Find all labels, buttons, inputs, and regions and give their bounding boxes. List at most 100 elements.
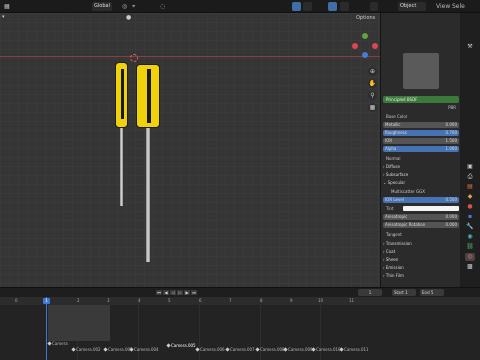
- object-tab-icon[interactable]: ▪: [465, 213, 475, 221]
- view-menu[interactable]: View: [436, 2, 450, 11]
- distribution-value[interactable]: PBR: [383, 104, 459, 111]
- object-mode-dropdown[interactable]: Object: [398, 2, 426, 11]
- timeline-marker[interactable]: Camera.003: [103, 347, 133, 353]
- anisotropic-rotation-field[interactable]: Anisotropic Rotation 0.000: [383, 222, 459, 228]
- tick-label: 4: [138, 298, 141, 303]
- viewport-grid: [0, 13, 380, 287]
- gizmo-y-icon[interactable]: [362, 33, 368, 39]
- tick-label: 5: [168, 298, 171, 303]
- tint-color-swatch[interactable]: [403, 206, 459, 211]
- alpha-field[interactable]: Alpha 1.000: [383, 146, 459, 152]
- tick-label: 3: [107, 298, 110, 303]
- section-emission[interactable]: › Emission: [383, 264, 459, 271]
- tick-label: 6: [199, 298, 202, 303]
- shading-solid-icon[interactable]: [328, 2, 337, 11]
- timeline-marker[interactable]: Camera.008: [255, 347, 285, 353]
- timeline-marker[interactable]: Camera.007: [225, 347, 255, 353]
- timeline-marker[interactable]: Camera.002: [71, 347, 101, 353]
- scene-tab-icon[interactable]: ◆: [465, 193, 475, 201]
- material-surface-field[interactable]: Principled BSDF: [383, 96, 459, 103]
- tool-tab-icon[interactable]: ⚒: [465, 43, 475, 51]
- jump-start-icon[interactable]: ⏮: [156, 290, 162, 295]
- tangent-label: Tangent: [386, 232, 402, 237]
- gizmo-z-icon[interactable]: [362, 52, 368, 58]
- timeline-marker[interactable]: Camera.005: [166, 343, 196, 349]
- base-color-label: Base Color: [386, 114, 408, 119]
- prev-keyframe-icon[interactable]: ◀: [163, 290, 169, 295]
- hand-icon[interactable]: ✋: [368, 79, 377, 88]
- timeline-marker[interactable]: Camera.011: [339, 347, 369, 353]
- world-tab-icon[interactable]: ●: [465, 203, 475, 211]
- section-transmission[interactable]: › Transmission: [383, 240, 459, 247]
- play-icon[interactable]: ▷: [177, 290, 183, 295]
- properties-panel: Principled BSDF PBR Base Color Metallic 0…: [380, 13, 460, 287]
- shading-material-icon[interactable]: [340, 2, 349, 11]
- gizmo-neg-x-icon[interactable]: [372, 43, 378, 49]
- anisotropic-field[interactable]: Anisotropic 0.000: [383, 214, 459, 220]
- editor-type-icon[interactable]: ▦: [4, 2, 10, 11]
- select-menu[interactable]: Sele: [452, 2, 465, 11]
- start-frame-field[interactable]: Start 1: [392, 289, 416, 296]
- tick-label: 9: [290, 298, 293, 303]
- overlay-icon[interactable]: [292, 2, 301, 11]
- physics-tab-icon[interactable]: ◉: [465, 233, 475, 241]
- gizmo-x-icon[interactable]: [352, 43, 358, 49]
- screwdriver-right-handle: [136, 64, 160, 128]
- tick-label: 0: [15, 298, 18, 303]
- section-thin-film[interactable]: › Thin Film: [383, 272, 459, 279]
- jump-end-icon[interactable]: ⏭: [191, 290, 197, 295]
- timeline-marker[interactable]: Camera.009: [283, 347, 313, 353]
- ior-field[interactable]: IOR 1.500: [383, 138, 459, 144]
- timeline-ruler[interactable]: 0 2 3 4 5 6 7 8 9 10 11: [0, 297, 480, 305]
- zoom-icon[interactable]: ⊕: [368, 67, 377, 76]
- playhead[interactable]: [46, 297, 47, 360]
- navigation-gizmo[interactable]: [352, 33, 378, 59]
- section-subsurface[interactable]: › Subsurface: [383, 171, 459, 178]
- blender-window: ▦ Global ◎ ⌖ ◌ Object View Sele ▾ Option…: [0, 0, 480, 360]
- ior-level-field[interactable]: IOR Level 0.500: [383, 197, 459, 203]
- screwdriver-left-handle: [115, 62, 128, 128]
- render-tab-icon[interactable]: ▣: [465, 163, 475, 171]
- section-sheen[interactable]: › Sheen: [383, 256, 459, 263]
- timeline-marker[interactable]: Camera: [47, 341, 68, 347]
- grid-icon[interactable]: ▦: [368, 103, 377, 112]
- output-tab-icon[interactable]: ⎙: [465, 173, 475, 181]
- 3d-viewport[interactable]: ▾ Options ● ⊕ ✋ ⚲ ▦: [0, 13, 380, 287]
- metallic-field[interactable]: Metallic 0.000: [383, 122, 459, 128]
- pivot-icon[interactable]: ◎: [122, 2, 127, 11]
- section-diffuse[interactable]: › Diffuse: [383, 163, 459, 170]
- 3d-cursor: [130, 54, 138, 62]
- texture-tab-icon[interactable]: ▩: [465, 263, 475, 271]
- transform-orientation-dropdown[interactable]: Global: [92, 2, 112, 11]
- material-preview: [403, 53, 439, 89]
- screwdriver-left-shaft: [120, 128, 123, 206]
- timeline-marker[interactable]: Camera.004: [129, 347, 159, 353]
- viewport-tool-icon[interactable]: ▾: [2, 13, 5, 21]
- tick-label: 11: [349, 298, 355, 303]
- play-reverse-icon[interactable]: ◁: [170, 290, 176, 295]
- playhead-frame-label[interactable]: 1: [43, 298, 50, 304]
- tick-label: 2: [77, 298, 80, 303]
- gizmo-icon[interactable]: [303, 2, 312, 11]
- object-origin-icon: ●: [126, 14, 132, 21]
- timeline-editor[interactable]: ⏮ ◀ ◁ ▷ ▶ ⏭ 1 Start 1 End 5 0 2 3 4 5 6 …: [0, 287, 480, 360]
- timeline-marker[interactable]: Camera.010: [311, 347, 341, 353]
- current-frame-field[interactable]: 1: [358, 289, 382, 296]
- viewport-options-button[interactable]: Options: [356, 14, 375, 22]
- modifier-tab-icon[interactable]: 🔧: [465, 223, 475, 231]
- tick-label: 10: [318, 298, 324, 303]
- end-frame-field[interactable]: End 5: [420, 289, 444, 296]
- camera-icon[interactable]: ⚲: [368, 91, 377, 100]
- distribution-dropdown[interactable]: Multiscatter GGX: [383, 188, 459, 195]
- timeline-marker[interactable]: Camera.006: [195, 347, 225, 353]
- next-keyframe-icon[interactable]: ▶: [184, 290, 190, 295]
- constraint-tab-icon[interactable]: ⛓: [465, 243, 475, 251]
- view-layer-tab-icon[interactable]: ▤: [465, 183, 475, 191]
- pause-icon[interactable]: [370, 2, 378, 11]
- snap-icon[interactable]: ⌖: [132, 2, 135, 11]
- material-tab-icon[interactable]: ◍: [465, 253, 475, 261]
- section-coat[interactable]: › Coat: [383, 248, 459, 255]
- roughness-field[interactable]: Roughness 0.700: [383, 130, 459, 136]
- proportional-icon[interactable]: ◌: [160, 2, 165, 11]
- section-specular[interactable]: ⌄ Specular: [383, 179, 459, 186]
